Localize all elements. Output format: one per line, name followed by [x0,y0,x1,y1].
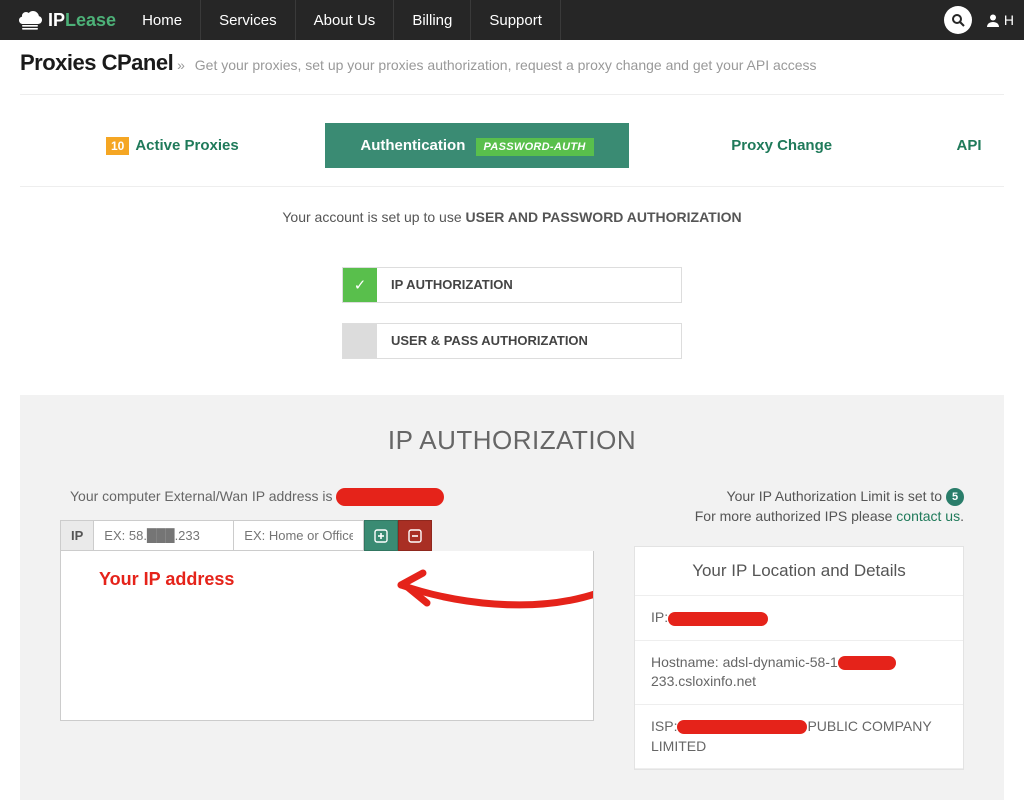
annotation-text: Your IP address [99,569,234,590]
user-initial: H [1004,12,1014,28]
ip-details-box: Your IP Location and Details IP: Hostnam… [634,546,964,770]
nav-items: Home Services About Us Billing Support [124,0,561,40]
top-navbar: IPLease Home Services About Us Billing S… [0,0,1024,40]
detail-isp: ISP:PUBLIC COMPANY LIMITED [635,705,963,769]
tab-proxy-change[interactable]: Proxy Change [629,123,934,168]
option-ip-label: IP AUTHORIZATION [377,268,681,302]
cloud-stack-icon [18,8,44,33]
page-subtitle: Get your proxies, set up your proxies au… [195,57,817,73]
minus-icon [408,529,422,543]
page-title: Proxies CPanel [20,50,173,75]
tab-authentication-label: Authentication [360,137,465,154]
redacted-detail-ip [668,612,768,626]
ip-authorization-panel: IP AUTHORIZATION Your computer External/… [20,395,1004,800]
tab-bar: 10 Active Proxies Authentication PASSWORD… [20,95,1004,187]
option-userpass-label: USER & PASS AUTHORIZATION [377,324,681,358]
authorized-ip-list[interactable]: Your IP address [60,551,594,721]
logo[interactable]: IPLease [10,8,124,33]
breadcrumb: Proxies CPanel » Get your proxies, set u… [20,40,1004,95]
option-ip-authorization[interactable]: ✓ IP AUTHORIZATION [342,267,682,303]
more-ips-line: For more authorized IPS please contact u… [634,508,964,524]
details-title: Your IP Location and Details [635,547,963,596]
tab-active-proxies[interactable]: 10 Active Proxies [20,123,325,168]
tab-active-proxies-label: Active Proxies [135,137,238,154]
unchecked-box [343,324,377,358]
detail-ip: IP: [635,596,963,641]
nav-home[interactable]: Home [124,0,201,40]
auth-mode-badge: PASSWORD-AUTH [476,138,594,156]
tab-api[interactable]: API [934,123,1004,168]
ip-label-input[interactable] [234,520,364,551]
active-proxies-count: 10 [106,137,129,155]
limit-count-badge: 5 [946,488,964,506]
redacted-ip [336,488,444,506]
nav-billing[interactable]: Billing [394,0,471,40]
plus-icon [374,529,388,543]
user-icon[interactable]: H [986,12,1014,28]
nav-about[interactable]: About Us [296,0,395,40]
detail-hostname: Hostname: adsl-dynamic-58-1233.csloxinfo… [635,641,963,705]
panel-title: IP AUTHORIZATION [60,425,964,456]
ip-input[interactable] [94,520,234,551]
add-ip-button[interactable] [364,520,398,551]
wan-ip-line: Your computer External/Wan IP address is [60,488,594,506]
arrow-annotation-icon [383,563,594,619]
limit-line: Your IP Authorization Limit is set to 5 [634,488,964,506]
ip-input-row: IP [60,520,594,551]
auth-notice: Your account is set up to use USER AND P… [20,187,1004,247]
search-icon [951,13,965,27]
redacted-isp [677,720,807,734]
contact-us-link[interactable]: contact us [896,508,960,524]
redacted-hostname-part [838,656,896,670]
option-userpass-authorization[interactable]: USER & PASS AUTHORIZATION [342,323,682,359]
nav-support[interactable]: Support [471,0,561,40]
remove-ip-button[interactable] [398,520,432,551]
search-button[interactable] [944,6,972,34]
logo-text: IPLease [48,10,116,31]
nav-services[interactable]: Services [201,0,296,40]
ip-tag: IP [60,520,94,551]
check-icon: ✓ [343,268,377,302]
tab-authentication[interactable]: Authentication PASSWORD-AUTH [325,123,630,168]
